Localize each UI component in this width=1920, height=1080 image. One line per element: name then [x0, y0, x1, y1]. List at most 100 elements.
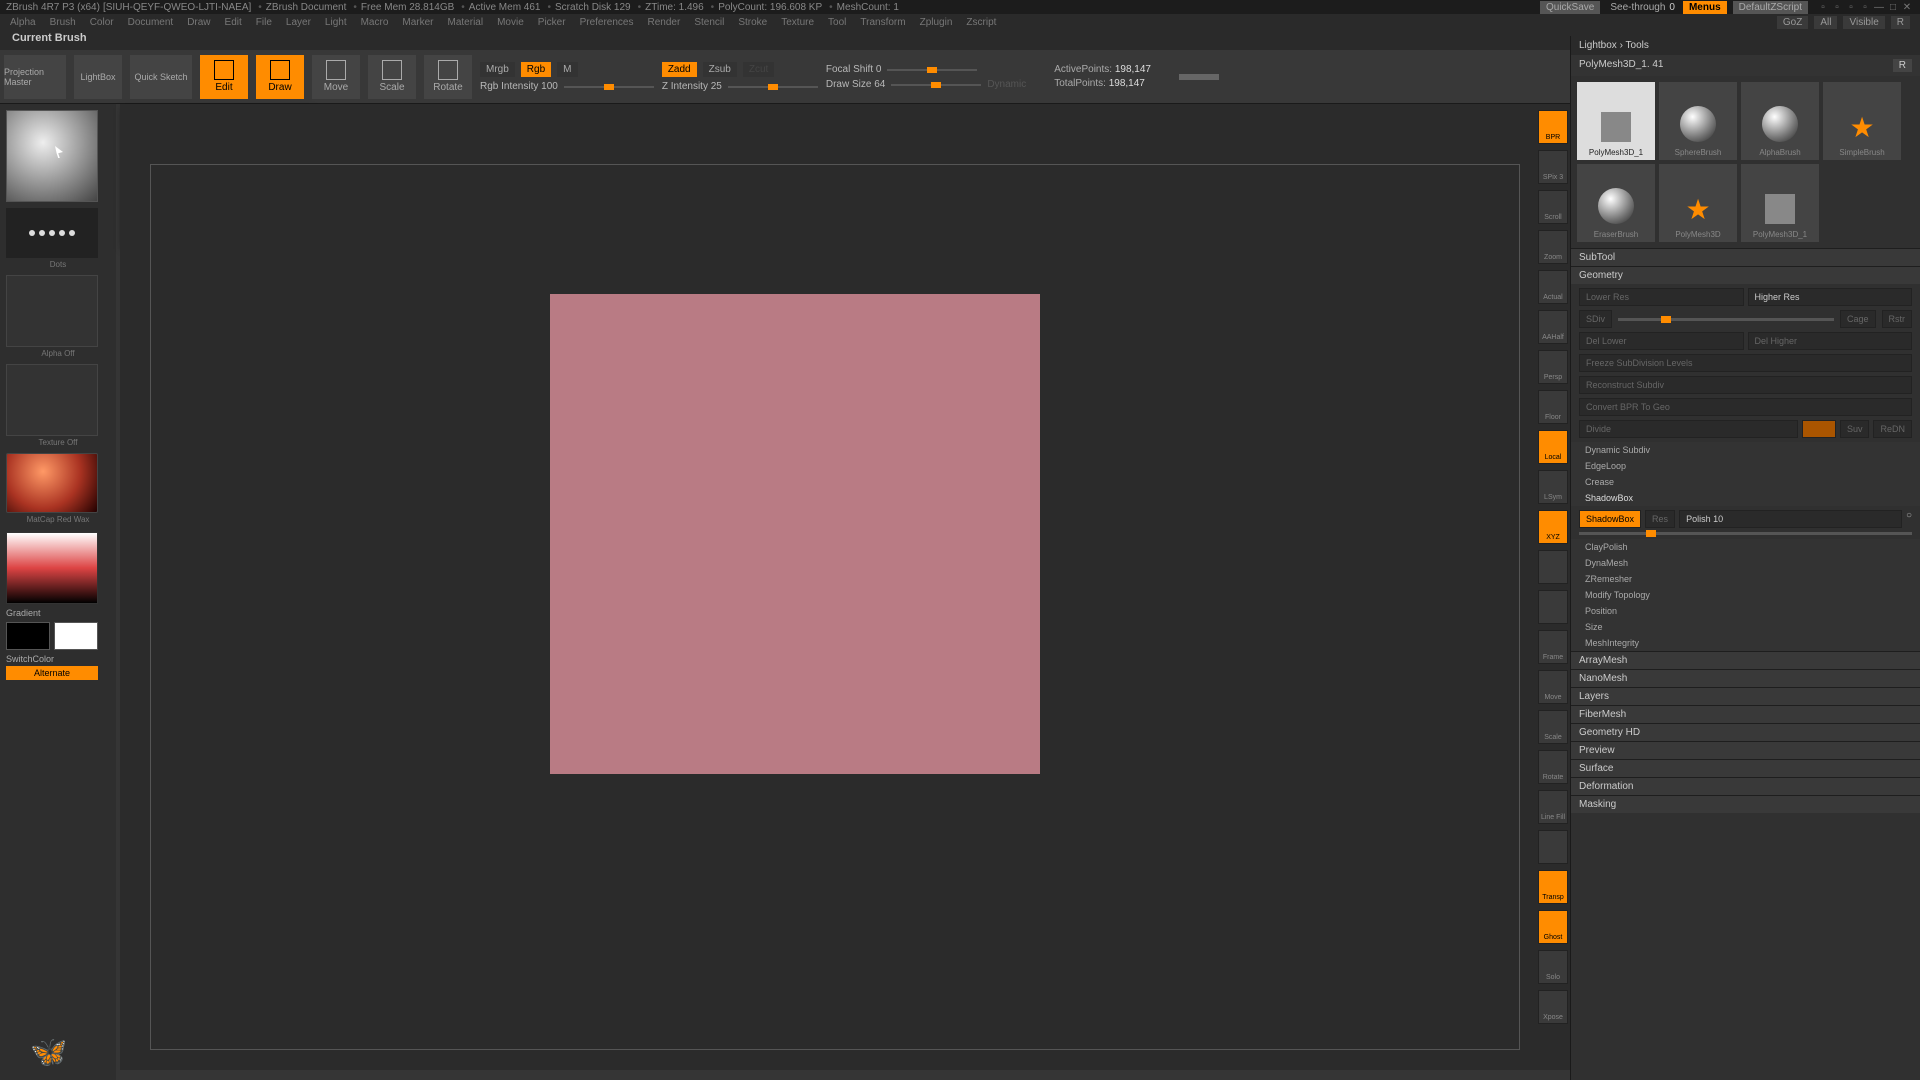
tool-thumb[interactable]: PolyMesh3D_1	[1577, 82, 1655, 160]
tool-thumb[interactable]: SimpleBrush	[1823, 82, 1901, 160]
rside-transp[interactable]: Transp	[1538, 870, 1568, 904]
alpha-thumb[interactable]	[6, 275, 98, 347]
size-panel[interactable]: Size	[1571, 619, 1920, 635]
rside-floor[interactable]: Floor	[1538, 390, 1568, 424]
shadowbox-polish-slider[interactable]: Polish 10	[1679, 510, 1902, 528]
rside-solo[interactable]: Solo	[1538, 950, 1568, 984]
material-thumb[interactable]	[6, 453, 98, 513]
rside-scale[interactable]: Scale	[1538, 710, 1568, 744]
draw-mode-button[interactable]: Draw	[256, 55, 304, 99]
goz-r-button[interactable]: R	[1891, 16, 1910, 29]
menu-tool[interactable]: Tool	[828, 17, 846, 28]
shadowbox-res-slider[interactable]: Res	[1645, 510, 1675, 528]
position-panel[interactable]: Position	[1571, 603, 1920, 619]
geometryhd-panel[interactable]: Geometry HD	[1571, 724, 1920, 741]
zsub-toggle[interactable]: Zsub	[703, 62, 737, 77]
freeze-subdiv-button[interactable]: Freeze SubDivision Levels	[1579, 354, 1912, 372]
zcut-toggle[interactable]: Zcut	[743, 62, 774, 77]
rside-frame[interactable]: Frame	[1538, 630, 1568, 664]
rstr-toggle[interactable]: Rstr	[1882, 310, 1913, 328]
menu-draw[interactable]: Draw	[187, 17, 210, 28]
menu-color[interactable]: Color	[90, 17, 114, 28]
menu-layer[interactable]: Layer	[286, 17, 311, 28]
menu-brush[interactable]: Brush	[50, 17, 76, 28]
draw-size-slider[interactable]: Draw Size 64	[826, 79, 885, 90]
nanomesh-panel[interactable]: NanoMesh	[1571, 670, 1920, 687]
fibermesh-panel[interactable]: FiberMesh	[1571, 706, 1920, 723]
del-higher-button[interactable]: Del Higher	[1748, 332, 1913, 350]
menu-stencil[interactable]: Stencil	[694, 17, 724, 28]
rside-xpose[interactable]: Xpose	[1538, 990, 1568, 1024]
lightbox-button[interactable]: LightBox	[74, 55, 122, 99]
rside-zoom[interactable]: Zoom	[1538, 230, 1568, 264]
min-icon[interactable]: ▫	[1816, 2, 1830, 13]
rside-actual[interactable]: Actual	[1538, 270, 1568, 304]
tool-thumb[interactable]: PolyMesh3D_1	[1741, 164, 1819, 242]
reconstruct-subdiv-button[interactable]: Reconstruct Subdiv	[1579, 376, 1912, 394]
rside-btn11[interactable]	[1538, 550, 1568, 584]
tool-thumb[interactable]: SphereBrush	[1659, 82, 1737, 160]
deformation-panel[interactable]: Deformation	[1571, 778, 1920, 795]
menu-zplugin[interactable]: Zplugin	[920, 17, 953, 28]
switchcolor-button[interactable]: SwitchColor	[6, 654, 110, 664]
min-icon[interactable]: ▫	[1830, 2, 1844, 13]
m-toggle[interactable]: M	[557, 62, 577, 77]
zadd-toggle[interactable]: Zadd	[662, 62, 697, 77]
color-picker[interactable]	[6, 532, 98, 604]
convert-bpr-button[interactable]: Convert BPR To Geo	[1579, 398, 1912, 416]
shadowbox-panel[interactable]: ShadowBox	[1571, 490, 1920, 506]
canvas-area[interactable]	[120, 104, 1570, 1070]
menus-toggle[interactable]: Menus	[1683, 1, 1727, 14]
dynamic-toggle[interactable]: Dynamic	[987, 79, 1026, 90]
redn-toggle[interactable]: ReDN	[1873, 420, 1912, 438]
rside-rotate[interactable]: Rotate	[1538, 750, 1568, 784]
scale-mode-button[interactable]: Scale	[368, 55, 416, 99]
swatch-primary[interactable]	[6, 622, 50, 650]
menu-render[interactable]: Render	[648, 17, 681, 28]
menu-document[interactable]: Document	[128, 17, 174, 28]
zremesher-panel[interactable]: ZRemesher	[1571, 571, 1920, 587]
divide-extra[interactable]	[1802, 420, 1836, 438]
menu-alpha[interactable]: Alpha	[10, 17, 36, 28]
lightbox-tools-header[interactable]: Lightbox › Tools	[1571, 36, 1920, 55]
menu-transform[interactable]: Transform	[860, 17, 905, 28]
goz-all-button[interactable]: All	[1814, 16, 1837, 29]
geometry-panel[interactable]: Geometry	[1571, 267, 1920, 284]
stroke-thumb[interactable]	[6, 208, 98, 258]
masking-panel[interactable]: Masking	[1571, 796, 1920, 813]
z-intensity-slider[interactable]: Z Intensity 25	[662, 81, 722, 92]
preview-panel[interactable]: Preview	[1571, 742, 1920, 759]
modify-topology-panel[interactable]: Modify Topology	[1571, 587, 1920, 603]
rside-local[interactable]: Local	[1538, 430, 1568, 464]
menu-light[interactable]: Light	[325, 17, 347, 28]
move-mode-button[interactable]: Move	[312, 55, 360, 99]
layers-panel[interactable]: Layers	[1571, 688, 1920, 705]
rside-move[interactable]: Move	[1538, 670, 1568, 704]
quicksketch-button[interactable]: Quick Sketch	[130, 55, 192, 99]
maximize-icon[interactable]: □	[1886, 2, 1900, 13]
menu-stroke[interactable]: Stroke	[738, 17, 767, 28]
rside-btn12[interactable]	[1538, 590, 1568, 624]
rgb-toggle[interactable]: Rgb	[521, 62, 551, 77]
rgb-intensity-slider[interactable]: Rgb Intensity 100	[480, 81, 558, 92]
quicksave-button[interactable]: QuickSave	[1540, 1, 1600, 14]
tool-r-button[interactable]: R	[1893, 59, 1912, 72]
menu-zscript[interactable]: Zscript	[966, 17, 996, 28]
rside-xyz[interactable]: XYZ	[1538, 510, 1568, 544]
edit-mode-button[interactable]: Edit	[200, 55, 248, 99]
rside-persp[interactable]: Persp	[1538, 350, 1568, 384]
gradient-label[interactable]: Gradient	[6, 608, 110, 618]
rside-spix-3[interactable]: SPix 3	[1538, 150, 1568, 184]
tool-thumb[interactable]: EraserBrush	[1577, 164, 1655, 242]
higher-res-button[interactable]: Higher Res	[1748, 288, 1913, 306]
cage-toggle[interactable]: Cage	[1840, 310, 1876, 328]
texture-thumb[interactable]	[6, 364, 98, 436]
del-lower-button[interactable]: Del Lower	[1579, 332, 1744, 350]
focal-shift-slider[interactable]: Focal Shift 0	[826, 64, 882, 75]
current-brush-thumb[interactable]	[6, 110, 98, 202]
alternate-button[interactable]: Alternate	[6, 666, 98, 680]
min-icon[interactable]: ▫	[1844, 2, 1858, 13]
mesh-object[interactable]	[550, 294, 1040, 774]
doc-scrub[interactable]	[1179, 74, 1219, 80]
swatch-secondary[interactable]	[54, 622, 98, 650]
